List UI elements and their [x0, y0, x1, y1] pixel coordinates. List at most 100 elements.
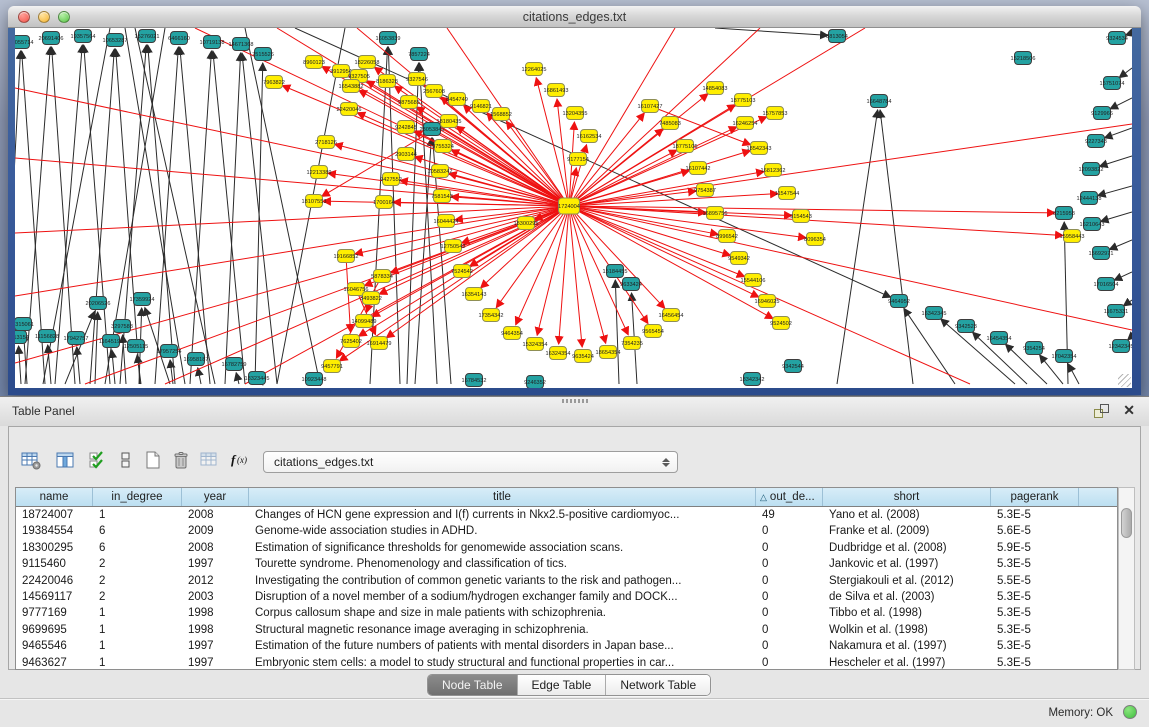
table-row[interactable]: 1830029562008Estimation of significance …: [16, 540, 1117, 556]
memory-status-indicator[interactable]: [1123, 705, 1137, 719]
graph-edge: [569, 206, 1063, 235]
graph-edge: [148, 45, 175, 384]
network-canvas[interactable]: 1405571420691406193575641065328715276021…: [15, 28, 1132, 388]
graph-node-label: 16946025: [755, 299, 780, 305]
table-cell: 0: [756, 523, 823, 539]
graph-node-label: 15218506: [1011, 56, 1036, 62]
graph-node-label: 16958187: [184, 357, 209, 363]
table-cell: 9115460: [16, 556, 93, 572]
graph-edge: [1110, 98, 1132, 109]
table-row[interactable]: 1872400712008Changes of HCN gene express…: [16, 507, 1117, 523]
table-row[interactable]: 2242004622012Investigating the contribut…: [16, 573, 1117, 589]
delete-table-button[interactable]: [168, 449, 194, 475]
column-header-name[interactable]: name: [16, 488, 93, 506]
table-row[interactable]: 1456911722003Disruption of a novel membe…: [16, 589, 1117, 605]
table-panel: Table Panel ✕ f(x) citations_edges.txt n…: [0, 396, 1149, 727]
graph-edge: [190, 51, 211, 384]
graph-node-label: 17942757: [64, 336, 89, 342]
table-cell: 1998: [182, 622, 249, 638]
column-header-in_degree[interactable]: in_degree: [93, 488, 182, 506]
graph-edge: [1098, 186, 1132, 196]
graph-node-label: 9565454: [642, 329, 664, 335]
splitter-handle[interactable]: [562, 399, 588, 403]
graph-node-label: 14055714: [15, 40, 33, 46]
column-chooser-button[interactable]: [52, 449, 78, 475]
scrollbar-thumb[interactable]: [1121, 508, 1132, 538]
graph-node-label: 1724004: [558, 204, 580, 210]
graph-node-label: 16782759: [222, 362, 247, 368]
table-cell: 14569117: [16, 589, 93, 605]
graph-node-label: 18323445: [245, 376, 270, 382]
column-header-year[interactable]: year: [182, 488, 249, 506]
graph-edge: [135, 28, 215, 384]
table-cell: 1998: [182, 605, 249, 621]
graph-node-label: 14671368: [229, 42, 254, 48]
graph-node-label: 9177154: [567, 157, 589, 163]
tab-network-table[interactable]: Network Table: [606, 675, 710, 695]
graph-edge: [470, 206, 569, 266]
table-row[interactable]: 969969511998Structural magnetic resonanc…: [16, 622, 1117, 638]
graph-node-label: 1700164: [373, 200, 395, 206]
graph-node-label: 9635424: [572, 354, 594, 360]
graph-edge: [1101, 212, 1132, 221]
graph-node-label: 12505115: [124, 344, 148, 350]
table-cell: 0: [756, 589, 823, 605]
tab-node-table[interactable]: Node Table: [428, 675, 518, 695]
select-rows-icon: [88, 450, 108, 475]
graph-node-label: 11156828: [35, 334, 59, 340]
graph-node-label: 9755324: [432, 144, 454, 150]
table-cell: 5.3E-5: [991, 589, 1079, 605]
table-cell: Disruption of a novel member of a sodium…: [249, 589, 756, 605]
table-row[interactable]: 977716911998Corpus callosum shape and si…: [16, 605, 1117, 621]
table-panel-body: f(x) citations_edges.txt name in_degree ye…: [8, 426, 1141, 670]
graph-edge: [112, 350, 115, 384]
table-cell: 49: [756, 507, 823, 523]
column-header-short[interactable]: short: [823, 488, 991, 506]
graph-node-label: 7963822: [263, 80, 285, 86]
graph-node-label: 15958443: [1060, 234, 1085, 240]
table-cell: Investigating the contribution of common…: [249, 573, 756, 589]
table-vertical-scrollbar[interactable]: [1118, 487, 1135, 670]
select-rows-button[interactable]: [85, 449, 111, 475]
graph-node-label: 15757853: [763, 111, 788, 117]
network-graph-svg: 1405571420691406193575641065328715276021…: [15, 28, 1132, 388]
table-row[interactable]: 946554611997Estimation of the future num…: [16, 638, 1117, 654]
graph-node-label: 18775103: [731, 98, 756, 104]
table-cell: 0: [756, 638, 823, 654]
table-cell: 18724007: [16, 507, 93, 523]
graph-node-label: 13204355: [563, 111, 588, 117]
column-header-title[interactable]: title: [249, 488, 756, 506]
new-table-button[interactable]: [140, 449, 166, 475]
tab-edge-table[interactable]: Edge Table: [518, 675, 607, 695]
column-header-pagerank[interactable]: pagerank: [991, 488, 1079, 506]
graph-node-label: 16053839: [376, 36, 401, 42]
graph-edge: [236, 373, 239, 384]
float-panel-icon[interactable]: [1094, 404, 1109, 418]
resize-grip-icon[interactable]: [1118, 374, 1131, 387]
graph-node-label: 16861493: [544, 88, 569, 94]
graph-edge: [1109, 240, 1132, 250]
network-window-titlebar[interactable]: citations_edges.txt: [8, 6, 1141, 28]
graph-edge: [155, 47, 178, 384]
rows-mode-button[interactable]: [113, 449, 139, 475]
graph-node-label: 12750542: [441, 244, 466, 250]
table-row[interactable]: 911546021997Tourette syndrome. Phenomeno…: [16, 556, 1117, 572]
table-row[interactable]: 946362711997Embryonic stem cells: a mode…: [16, 655, 1117, 670]
graph-node-label: 9427552: [380, 177, 402, 183]
graph-node-label: 17957254: [157, 349, 182, 355]
graph-node-label: 9633424: [620, 282, 642, 288]
table-cell: 18300295: [16, 540, 93, 556]
window-title: citations_edges.txt: [8, 6, 1141, 28]
column-header-out_de[interactable]: △out_de...: [756, 488, 823, 506]
graph-node-label: 9146821: [470, 104, 492, 110]
graph-node-label: 7857224: [408, 52, 430, 58]
close-panel-icon[interactable]: ✕: [1123, 402, 1135, 418]
function-builder-button[interactable]: f(x): [228, 449, 254, 475]
table-selector-dropdown[interactable]: citations_edges.txt: [263, 451, 678, 473]
graph-node-label: 9464354: [501, 331, 523, 337]
table-cell: Dudbridge et al. (2008): [823, 540, 991, 556]
table-settings-button[interactable]: [18, 449, 44, 475]
table-row[interactable]: 1938455462009Genome-wide association stu…: [16, 523, 1117, 539]
graph-node-label: 5878334: [371, 274, 393, 280]
column-header-label: in_degree: [111, 491, 162, 503]
